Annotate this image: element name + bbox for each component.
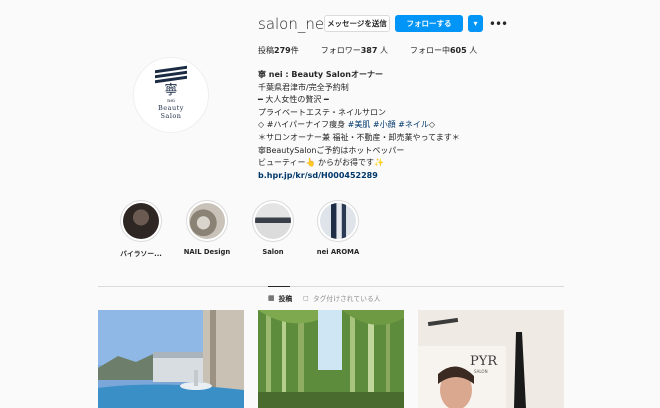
posts-stat: 投稿279件	[258, 46, 299, 55]
active-tab-indicator	[268, 286, 290, 287]
post-thumbnail[interactable]	[258, 310, 404, 408]
followers-stat[interactable]: フォロワー387 人	[321, 45, 388, 56]
send-message-button[interactable]: メッセージを送信	[324, 15, 390, 32]
profile-avatar[interactable]: 寧 nei Beauty Salon	[133, 57, 209, 133]
bio-hashtag-line: ◇ #ハイパーナイフ痩身 #美肌 #小顔 #ネイル◇	[258, 120, 435, 130]
tab-tagged[interactable]: ◻ タグ付けされている人	[303, 293, 381, 303]
post-thumbnail[interactable]: PYR SALON	[418, 310, 564, 408]
posts-count: 279	[274, 46, 291, 55]
bio-external-link[interactable]: b.hpr.jp/kr/sd/H000452289	[258, 170, 508, 183]
suggested-dropdown-button[interactable]: ▾	[468, 15, 483, 32]
logo-stripes	[155, 65, 187, 84]
bio-line: 寧BeautySalonご予約はホットペッパー	[258, 145, 405, 155]
follow-button[interactable]: フォローする	[395, 15, 463, 32]
story-highlight[interactable]: NAIL Design	[177, 200, 237, 256]
highlight-cover	[123, 203, 159, 239]
highlight-cover	[189, 203, 225, 239]
bio-name: 寧 nei : Beauty Salonオーナー	[258, 70, 383, 79]
tabs-divider	[98, 286, 564, 287]
story-highlight[interactable]: バイラソー...	[111, 200, 171, 258]
tab-posts[interactable]: ▦ 投稿	[268, 293, 292, 303]
hashtag-link[interactable]: #美肌	[348, 120, 371, 129]
bio-line: プライベートエステ・ネイルサロン	[258, 107, 386, 117]
logo-kanji: 寧	[164, 83, 178, 98]
post-thumbnail[interactable]	[98, 310, 244, 408]
profile-stats: 投稿279件 フォロワー387 人 フォロー中605 人	[258, 45, 499, 56]
post-image-resort	[98, 310, 244, 408]
post-image-salon-poster: PYR SALON	[418, 310, 564, 408]
story-highlight[interactable]: Salon	[243, 200, 303, 256]
following-stat[interactable]: フォロー中605 人	[410, 45, 477, 56]
hashtag-link[interactable]: #ネイル	[396, 120, 429, 129]
hashtag-link[interactable]: #小顔	[370, 120, 396, 129]
more-options-icon[interactable]: •••	[489, 15, 508, 32]
bio-line: ビューティー👆 からがお得です✨	[258, 158, 384, 168]
highlight-label: バイラソー...	[120, 250, 162, 258]
highlight-cover	[255, 203, 291, 239]
svg-text:PYR: PYR	[470, 354, 498, 369]
story-highlight[interactable]: nei AROMA	[308, 200, 368, 256]
profile-username: salon_nei	[258, 15, 329, 33]
profile-bio: 寧 nei : Beauty Salonオーナー 千葉県君津市/完全予約制 ━ …	[258, 69, 508, 182]
tag-icon: ◻	[303, 294, 309, 302]
following-count: 605	[449, 46, 467, 55]
logo-brand-line2: Salon	[160, 112, 182, 120]
bio-line: ━ 大人女性の贅沢 ━	[258, 95, 329, 105]
grid-icon: ▦	[268, 294, 275, 302]
followers-count: 387	[360, 46, 378, 55]
bio-line: 千葉県君津市/完全予約制	[258, 82, 349, 92]
svg-text:SALON: SALON	[474, 369, 488, 374]
highlight-label: nei AROMA	[316, 248, 360, 256]
highlight-cover	[320, 203, 356, 239]
logo-brand-line1: Beauty	[158, 104, 184, 112]
highlight-label: NAIL Design	[183, 248, 231, 256]
bio-line: ＊サロンオーナー兼 福祉・不動産・卸売業やってます＊	[258, 132, 460, 142]
post-image-bamboo	[258, 310, 404, 408]
highlight-label: Salon	[262, 248, 284, 256]
